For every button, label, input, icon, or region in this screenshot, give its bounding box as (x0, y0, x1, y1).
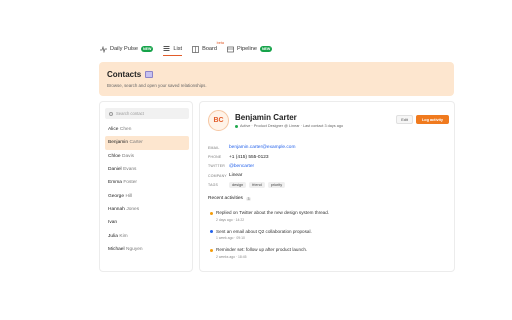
activities-title: Recent activities (208, 196, 243, 201)
field-email: EMAIL benjamin.carter@example.com (208, 143, 295, 152)
tag-chip: design (229, 182, 247, 189)
contact-first-name: Chloe (108, 153, 121, 159)
field-label: TAGS (208, 183, 219, 188)
email-link[interactable]: benjamin.carter@example.com (229, 145, 295, 150)
board-icon (192, 45, 199, 53)
contact-fields: EMAIL benjamin.carter@example.com PHONE … (208, 143, 295, 190)
last-contact-text: Last contact 3 days ago (302, 124, 344, 128)
contact-meta: Active · Product Designer @ Linear · Las… (235, 124, 343, 128)
contact-first-name: Alice (108, 127, 119, 133)
pulse-icon (100, 45, 107, 53)
list-item[interactable]: Chloe Davis (105, 150, 187, 163)
contact-first-name: George (108, 193, 124, 199)
field-company: COMPANY Linear (208, 171, 295, 180)
tag-chip: friend (249, 182, 265, 189)
activity-item: Sent an email about Q2 collaboration pro… (208, 229, 329, 244)
contact-first-name: Benjamin (108, 140, 128, 146)
field-label: COMPANY (208, 173, 227, 178)
view-tabs: Daily Pulse NEW List Board beta Pipeline… (100, 41, 282, 56)
contact-last-name: Nguyen (126, 246, 143, 252)
tab-list[interactable]: List (163, 42, 183, 56)
contacts-box-icon (145, 71, 154, 78)
activities-count: 3 (245, 196, 252, 201)
contact-last-name: Davis (122, 153, 135, 159)
edit-button[interactable]: Edit (396, 115, 413, 124)
search-icon (109, 111, 113, 116)
list-item[interactable]: Daniel Evans (105, 163, 187, 176)
new-badge: NEW (259, 46, 273, 52)
list-item[interactable]: George Hill (105, 189, 187, 202)
contact-first-name: Daniel (108, 167, 122, 173)
activity-time: 1 week ago · 09:10 (216, 236, 245, 240)
contact-first-name: Michael (108, 246, 125, 252)
contact-last-name: Evans (123, 167, 137, 173)
tag-chip: priority (267, 182, 286, 189)
activity-time: 2 weeks ago · 18:45 (216, 254, 247, 259)
activities-header: Recent activities 3 (208, 196, 252, 201)
list-icon (163, 45, 170, 52)
tab-label: Board (202, 46, 218, 52)
search-input[interactable]: Search contact (105, 108, 189, 119)
list-item[interactable]: Alice Chen (105, 123, 187, 136)
activity-text: Replied on Twitter about the new design … (216, 210, 330, 215)
role-text: Product Designer @ Linear (253, 124, 300, 128)
tab-daily-pulse[interactable]: Daily Pulse NEW (100, 42, 154, 56)
page-header: Contacts Browse, search and open your sa… (99, 62, 454, 96)
contact-last-name: Hill (125, 193, 133, 199)
activity-item: Replied on Twitter about the new design … (208, 210, 329, 225)
contact-last-name: Foster (123, 180, 137, 186)
status-text: Active (240, 124, 251, 128)
activity-time: 2 days ago · 14:22 (216, 217, 245, 222)
search-placeholder: Search contact (116, 111, 144, 116)
field-tags: TAGS design friend priority (208, 181, 295, 190)
avatar: BC (208, 110, 229, 131)
contact-list: Alice Chen Benjamin Carter Chloe Davis Dani… (105, 123, 189, 256)
company-value: Linear (229, 173, 243, 179)
twitter-link[interactable]: @bencarter (229, 164, 254, 169)
contact-first-name: Ivan (108, 220, 118, 226)
list-item[interactable]: Michael Nguyen (105, 243, 187, 256)
contact-last-name: Kim (119, 233, 128, 239)
contact-first-name: Julia (108, 233, 118, 239)
tab-label: Pipeline (237, 46, 257, 52)
list-item[interactable]: Julia Kim (105, 229, 187, 242)
contact-first-name: Hannah (108, 206, 125, 212)
page-title: Contacts (107, 70, 142, 79)
activity-list: Replied on Twitter about the new design … (208, 210, 329, 266)
contact-first-name: Emma (108, 180, 122, 186)
page-subtitle: Browse, search and open your saved relat… (107, 83, 207, 88)
phone-value: +1 (415) 555-0123 (229, 154, 269, 160)
list-item[interactable]: Hannah Jones (105, 203, 187, 216)
list-item-selected[interactable]: Benjamin Carter (105, 136, 189, 150)
activity-dot-icon (209, 248, 213, 252)
field-label: PHONE (208, 155, 222, 160)
activity-text: Sent an email about Q2 collaboration pro… (216, 228, 312, 234)
pipeline-icon (227, 46, 234, 53)
beta-tag: beta (216, 41, 225, 45)
tab-pipeline[interactable]: Pipeline NEW (227, 42, 273, 56)
new-badge: NEW (140, 46, 154, 52)
contact-name: Benjamin Carter (235, 113, 297, 122)
activity-dot-icon (209, 211, 213, 215)
field-phone: PHONE +1 (415) 555-0123 (208, 152, 295, 161)
contact-detail-panel: BC Benjamin Carter Active · Product Desi… (199, 101, 455, 272)
status-dot-icon (235, 124, 238, 128)
activity-text: Reminder set: follow up after product la… (216, 247, 308, 252)
activity-dot-icon (209, 230, 213, 234)
log-activity-button[interactable]: Log activity (416, 115, 449, 124)
list-item[interactable]: Ivan (105, 216, 187, 229)
contact-last-name: Chen (119, 127, 132, 133)
tab-board[interactable]: Board beta (192, 41, 224, 56)
contact-list-panel: Search contact Alice Chen Benjamin Carter … (99, 101, 193, 272)
activity-item: Reminder set: follow up after product la… (208, 247, 329, 262)
field-label: TWITTER (208, 164, 225, 169)
contact-last-name: Carter (129, 140, 143, 146)
contact-last-name: Jones (126, 206, 140, 212)
tab-label: List (173, 45, 183, 52)
list-item[interactable]: Emma Foster (105, 176, 187, 189)
field-twitter: TWITTER @bencarter (208, 162, 295, 171)
tab-label: Daily Pulse (110, 46, 138, 52)
field-label: EMAIL (208, 145, 220, 150)
